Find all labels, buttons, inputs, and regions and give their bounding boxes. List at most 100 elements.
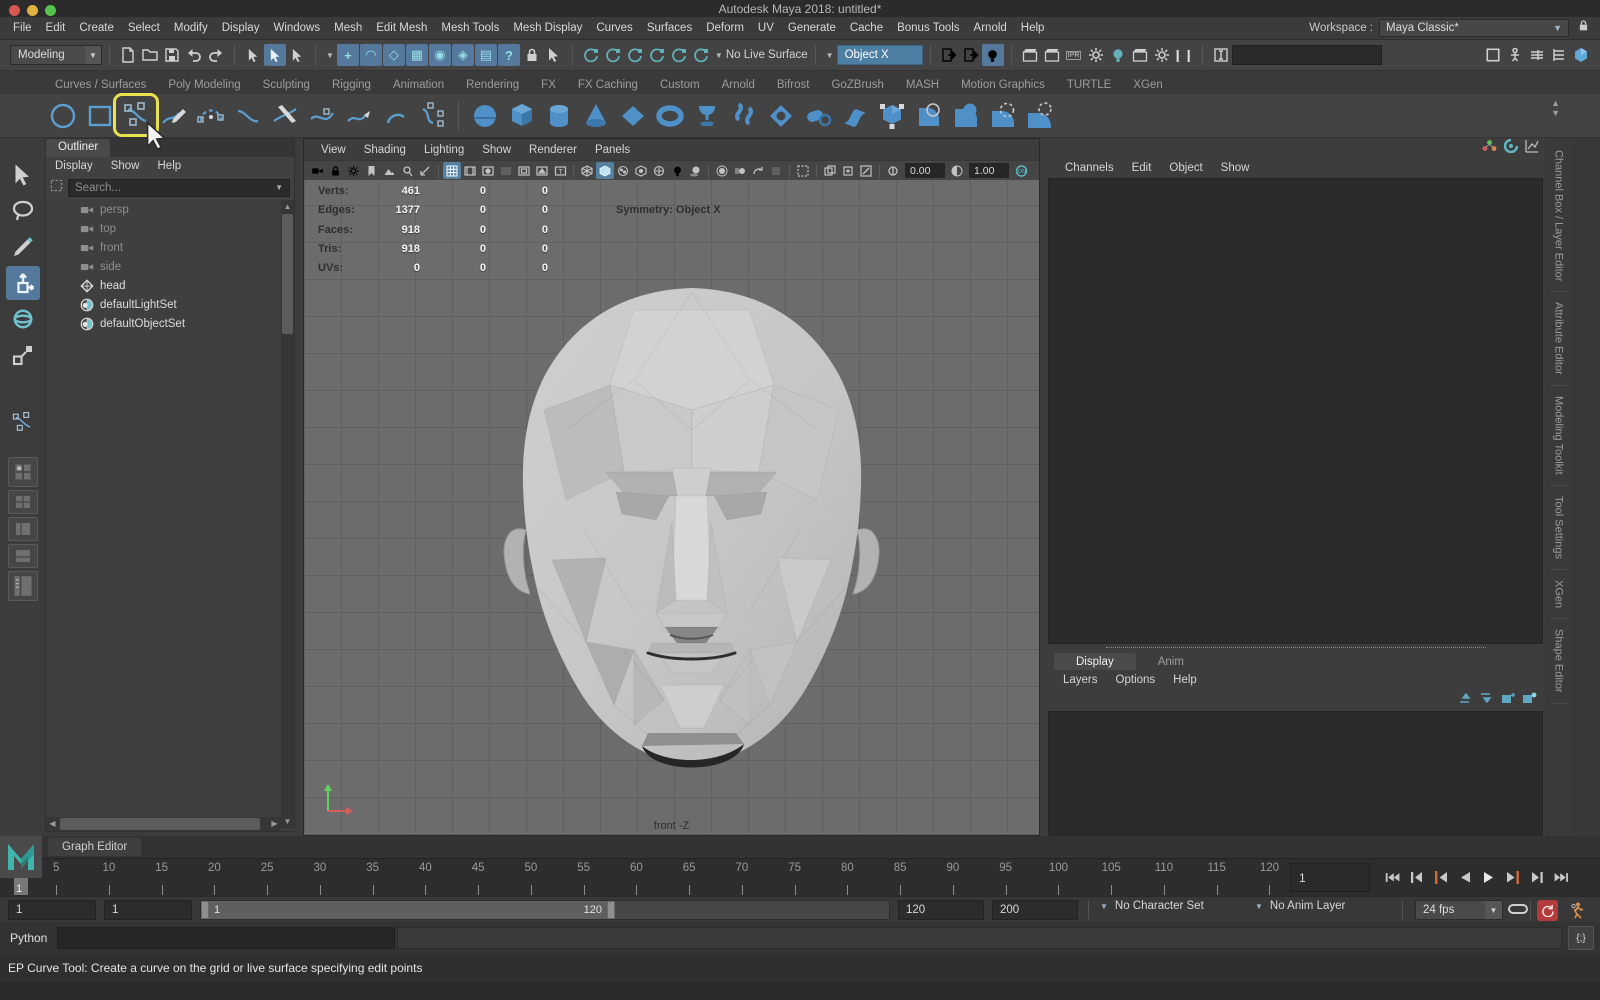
shelf-surface-fillet-button[interactable]: [910, 97, 947, 134]
launch-arnold-button[interactable]: [1151, 44, 1173, 66]
shelf-cylinder-button[interactable]: [540, 97, 577, 134]
outliner-item-top[interactable]: top: [46, 219, 294, 238]
render-settings-button[interactable]: [1085, 44, 1107, 66]
outliner-item-head[interactable]: head: [46, 276, 294, 295]
snap-help-button[interactable]: ?: [498, 44, 520, 66]
shelf-tab[interactable]: Bifrost: [766, 75, 821, 94]
channel-box-menu-item[interactable]: Channels: [1056, 162, 1123, 174]
sidebar-vertical-tab[interactable]: Tool Settings: [1551, 486, 1567, 570]
render-setup-button[interactable]: [1129, 44, 1151, 66]
select-object-mode-button[interactable]: [264, 44, 286, 66]
output-connection-icon[interactable]: [960, 44, 982, 66]
tab-display[interactable]: Display: [1054, 653, 1136, 670]
layer-editor-menu-item[interactable]: Help: [1164, 674, 1206, 686]
select-hierarchy-button[interactable]: [242, 44, 264, 66]
playback-start-field[interactable]: 1: [104, 900, 192, 920]
menu-item[interactable]: Curves: [589, 17, 639, 40]
shelf-attach-curves-button[interactable]: [303, 97, 340, 134]
outliner-item-front[interactable]: front: [46, 238, 294, 257]
menu-item[interactable]: Display: [215, 17, 267, 40]
field-chart-icon[interactable]: [515, 162, 533, 179]
lock-icon[interactable]: [1577, 19, 1590, 37]
viewport-canvas[interactable]: Verts:46100 Edges:137700 Faces:91800 Tri…: [304, 180, 1039, 835]
select-camera-icon[interactable]: [308, 162, 326, 179]
current-time-field[interactable]: 1: [1290, 863, 1370, 892]
grid-options-icon[interactable]: [1526, 44, 1548, 66]
menu-item[interactable]: Arnold: [967, 17, 1014, 40]
fps-dropdown[interactable]: 24 fps▼: [1415, 900, 1503, 920]
select-tool-button[interactable]: [6, 158, 40, 192]
use-default-material-icon[interactable]: [632, 162, 650, 179]
render-current-frame-button[interactable]: [1041, 44, 1063, 66]
viewport-menu-item[interactable]: View: [312, 144, 355, 156]
shelf-tab[interactable]: Custom: [649, 75, 711, 94]
step-forward-frame-button[interactable]: [1526, 865, 1548, 889]
snap-to-grid-button[interactable]: +: [337, 44, 359, 66]
depth-of-field-icon[interactable]: [767, 162, 785, 179]
shelf-tab[interactable]: GoZBrush: [820, 75, 894, 94]
filter-icon[interactable]: [50, 179, 63, 197]
isolate-select-icon[interactable]: [794, 162, 812, 179]
shelf-extrude-button[interactable]: [799, 97, 836, 134]
play-backward-button[interactable]: [1454, 865, 1476, 889]
menu-item[interactable]: Bonus Tools: [890, 17, 966, 40]
layout-persp-outliner-button[interactable]: [8, 517, 38, 541]
move-tool-button[interactable]: [6, 266, 40, 300]
lock-selection-icon[interactable]: [521, 44, 543, 66]
range-end-handle[interactable]: [607, 901, 615, 919]
workspace-dropdown[interactable]: Maya Classic* ▼: [1379, 19, 1569, 37]
construction-history-on-icon[interactable]: [580, 44, 602, 66]
shelf-ep-curve-tool-button[interactable]: [118, 97, 155, 134]
shelf-three-point-arc-button[interactable]: [192, 97, 229, 134]
viewport-menu-item[interactable]: Renderer: [520, 144, 586, 156]
search-input[interactable]: Search... ▼: [68, 179, 290, 197]
shelf-boolean-button[interactable]: [873, 97, 910, 134]
new-scene-button[interactable]: [117, 44, 139, 66]
channel-box-list[interactable]: [1048, 178, 1543, 644]
history-option-1-icon[interactable]: [624, 44, 646, 66]
menu-item[interactable]: Mesh: [327, 17, 369, 40]
menu-item[interactable]: UV: [751, 17, 781, 40]
chevron-down-icon[interactable]: ▼: [715, 51, 723, 60]
character-set-menu-icon[interactable]: [982, 44, 1004, 66]
shelf-tab[interactable]: Motion Graphics: [950, 75, 1056, 94]
shelf-birail-button[interactable]: [836, 97, 873, 134]
channel-box-menu-item[interactable]: Object: [1160, 162, 1211, 174]
character-controls-icon[interactable]: [1504, 44, 1526, 66]
grid-toggle-icon[interactable]: [443, 162, 461, 179]
exposure-icon[interactable]: [884, 162, 902, 179]
render-view-button[interactable]: [1019, 44, 1041, 66]
copy-view-icon[interactable]: [821, 162, 839, 179]
shelf-extend-curve-button[interactable]: [340, 97, 377, 134]
layout-outliner-persp-button[interactable]: [8, 571, 38, 601]
animation-start-field[interactable]: 1: [8, 900, 96, 920]
shelf-overflow-arrows[interactable]: ▲▼: [1551, 98, 1560, 118]
outliner-menu-item[interactable]: Help: [149, 160, 191, 172]
outliner-tab[interactable]: Outliner: [46, 139, 110, 157]
bookmark-icon[interactable]: [362, 162, 380, 179]
screen-space-ao-icon[interactable]: [713, 162, 731, 179]
paint-select-tool-button[interactable]: [6, 230, 40, 264]
shelf-tab[interactable]: MASH: [895, 75, 950, 94]
go-to-end-button[interactable]: [1550, 865, 1572, 889]
shelf-tab[interactable]: TURTLE: [1056, 75, 1123, 94]
step-back-frame-button[interactable]: [1406, 865, 1428, 889]
viewport-menu-item[interactable]: Lighting: [415, 144, 473, 156]
go-to-start-button[interactable]: [1382, 865, 1404, 889]
shelf-cube-button[interactable]: [503, 97, 540, 134]
shelf-nurbs-circle-button[interactable]: [44, 97, 81, 134]
shelf-tab[interactable]: Poly Modeling: [157, 75, 251, 94]
swap-view-icon[interactable]: [857, 162, 875, 179]
shelf-loft-button[interactable]: [725, 97, 762, 134]
animation-preferences-icon[interactable]: [1566, 900, 1588, 921]
shelf-tab[interactable]: FX Caching: [567, 75, 649, 94]
tab-anim[interactable]: Anim: [1136, 653, 1206, 670]
pause-viewport-button[interactable]: ❙❙: [1173, 48, 1195, 62]
viewport-menu-item[interactable]: Panels: [586, 144, 639, 156]
open-scene-button[interactable]: [139, 44, 161, 66]
snap-to-point-button[interactable]: ◇: [383, 44, 405, 66]
gate-mask-icon[interactable]: [497, 162, 515, 179]
shelf-tab[interactable]: FX: [530, 75, 567, 94]
range-slider-range[interactable]: 1 120: [201, 901, 615, 919]
chevron-down-icon[interactable]: ▼: [326, 51, 334, 60]
